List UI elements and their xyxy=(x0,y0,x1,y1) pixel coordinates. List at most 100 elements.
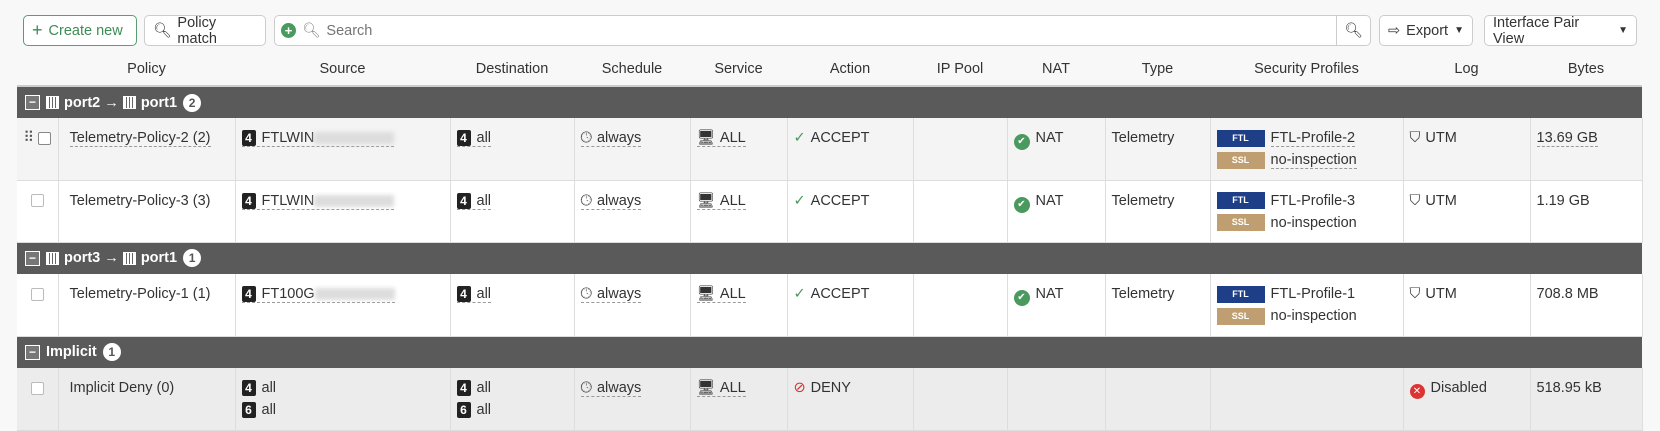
log: UTM xyxy=(1425,130,1457,146)
table-row[interactable]: Telemetry-Policy-3 (3) 4 FTLWIN 4 all 🕓︎ alw… xyxy=(17,180,1643,243)
col-security-profiles[interactable]: Security Profiles xyxy=(1210,53,1403,87)
group-header[interactable]: − port3 → port1 1 xyxy=(17,242,1642,274)
ipv4-icon: 4 xyxy=(456,286,471,302)
service[interactable]: 🖥︎ ALL xyxy=(696,286,746,303)
source-address[interactable]: 4 FTLWIN xyxy=(241,192,395,210)
count-badge: 1 xyxy=(102,343,121,362)
col-schedule[interactable]: Schedule xyxy=(574,53,690,87)
dest-address[interactable]: 4 all xyxy=(456,192,492,210)
col-ip-pool[interactable]: IP Pool xyxy=(913,53,1007,87)
type: Telemetry xyxy=(1111,130,1175,146)
view-dropdown[interactable]: Interface Pair View ▼ xyxy=(1484,15,1637,47)
nat-enabled-icon: ✔ xyxy=(1013,196,1030,213)
export-button[interactable]: ⇨ Export ▼ xyxy=(1379,15,1473,46)
caret-down-icon: ▼ xyxy=(1454,25,1464,36)
policy-name[interactable]: Telemetry-Policy-1 (1) xyxy=(70,286,211,302)
row-checkbox[interactable] xyxy=(38,131,52,145)
drag-handle-icon[interactable]: ⠿ xyxy=(23,130,34,146)
service[interactable]: 🖥︎ ALL xyxy=(696,130,746,147)
ipv4-icon: 4 xyxy=(241,130,256,146)
log: UTM xyxy=(1425,286,1457,302)
policy-name[interactable]: Telemetry-Policy-3 (3) xyxy=(70,193,211,209)
col-source[interactable]: Source xyxy=(235,53,450,87)
search-input[interactable] xyxy=(326,22,1330,39)
table-row[interactable]: ⠿ Telemetry-Policy-2 (2) 4 FTLWIN 4 all 🕓︎ a… xyxy=(17,118,1643,181)
deny-icon: ⊘ xyxy=(793,380,806,396)
add-filter-icon[interactable]: + xyxy=(281,23,296,38)
group-to: port1 xyxy=(140,250,178,267)
ipv4-icon: 4 xyxy=(456,192,471,209)
action: ACCEPT xyxy=(810,286,870,302)
col-destination[interactable]: Destination xyxy=(450,53,574,87)
collapse-icon[interactable]: − xyxy=(25,95,40,111)
row-checkbox[interactable] xyxy=(30,381,44,395)
col-nat[interactable]: NAT xyxy=(1007,53,1105,87)
ssl-tag: SSL xyxy=(1216,307,1265,325)
ipv6-icon: 6 xyxy=(241,402,256,418)
arrow-icon: → xyxy=(104,250,119,267)
group-header[interactable]: − port2 → port1 2 xyxy=(17,86,1642,118)
group-from: port2 xyxy=(64,94,101,111)
col-service[interactable]: Service xyxy=(690,53,787,87)
ssl-profile[interactable]: no-inspection xyxy=(1270,152,1357,169)
ssl-profile[interactable]: no-inspection xyxy=(1271,308,1357,324)
schedule[interactable]: 🕓︎ always xyxy=(580,192,642,210)
count-badge: 1 xyxy=(183,249,202,268)
table-row[interactable]: Implicit Deny (0) 4 all 6 all 4 all 6 all 🕓︎ alw… xyxy=(17,368,1643,431)
port-icon xyxy=(122,251,136,265)
policy-name[interactable]: Telemetry-Policy-2 (2) xyxy=(69,130,211,147)
schedule[interactable]: 🕓︎ always xyxy=(580,286,642,303)
arrow-icon: → xyxy=(104,94,119,111)
collapse-icon[interactable]: − xyxy=(25,344,40,360)
profile[interactable]: FTL-Profile-2 xyxy=(1270,130,1356,147)
source-address[interactable]: 4 FT100G xyxy=(241,286,395,303)
group-header[interactable]: − Implicit 1 xyxy=(17,336,1642,368)
col-log[interactable]: Log xyxy=(1403,53,1530,87)
dest-address[interactable]: 4 all xyxy=(456,286,492,303)
service[interactable]: 🖥︎ ALL xyxy=(696,192,746,210)
row-checkbox[interactable] xyxy=(30,194,44,208)
col-action[interactable]: Action xyxy=(787,53,913,87)
redacted xyxy=(314,288,395,301)
source-address[interactable]: 4 FTLWIN xyxy=(241,130,395,147)
create-new-button[interactable]: + Create new xyxy=(23,15,137,46)
log: UTM xyxy=(1425,192,1457,209)
type: Telemetry xyxy=(1111,192,1175,209)
profile[interactable]: FTL-Profile-3 xyxy=(1271,193,1356,209)
search-submit-button[interactable]: 🔍︎ xyxy=(1336,16,1370,45)
ssl-profile[interactable]: no-inspection xyxy=(1271,215,1357,231)
log: Disabled xyxy=(1430,380,1487,396)
policy-table: Policy Source Destination Schedule Service Ac… xyxy=(17,53,1643,431)
table-row[interactable]: Telemetry-Policy-1 (1) 4 FT100G 4 all 🕓︎ alw… xyxy=(17,274,1643,337)
search-icon: 🔍︎ xyxy=(153,23,172,39)
profile[interactable]: FTL-Profile-1 xyxy=(1271,286,1356,302)
caret-down-icon: ▼ xyxy=(1618,25,1628,36)
col-policy[interactable]: Policy xyxy=(58,53,235,87)
schedule[interactable]: 🕓︎ always xyxy=(580,380,642,397)
bytes: 708.8 MB xyxy=(1536,286,1599,302)
col-type[interactable]: Type xyxy=(1105,53,1210,87)
service[interactable]: 🖥︎ ALL xyxy=(696,380,746,397)
header-row: Policy Source Destination Schedule Service Ac… xyxy=(17,53,1642,87)
policy-match-button[interactable]: 🔍︎ Policy match xyxy=(144,15,266,47)
ipv4-icon: 4 xyxy=(456,130,471,146)
port-icon xyxy=(46,96,59,110)
search-bar: + 🔍︎ 🔍︎ xyxy=(274,15,1371,46)
collapse-icon[interactable]: − xyxy=(25,250,40,266)
row-checkbox[interactable] xyxy=(30,287,44,301)
shield-icon: ⛉ xyxy=(1409,286,1421,302)
policy-name[interactable]: Implicit Deny (0) xyxy=(70,380,175,396)
schedule-icon: 🕓︎ xyxy=(580,286,592,302)
ipv4-icon: 4 xyxy=(456,380,471,396)
count-badge: 2 xyxy=(183,93,202,112)
port-icon xyxy=(46,251,59,265)
schedule[interactable]: 🕓︎ always xyxy=(580,130,642,147)
check-icon: ✓ xyxy=(793,130,806,146)
col-bytes[interactable]: Bytes xyxy=(1530,53,1642,87)
action: ACCEPT xyxy=(810,130,870,146)
service-icon: 🖥︎ xyxy=(696,286,715,302)
dest-address[interactable]: 4 all xyxy=(456,130,492,147)
bytes: 518.95 kB xyxy=(1536,380,1602,396)
ipv4-icon: 4 xyxy=(241,380,256,396)
ftl-tag: FTL xyxy=(1216,129,1265,147)
